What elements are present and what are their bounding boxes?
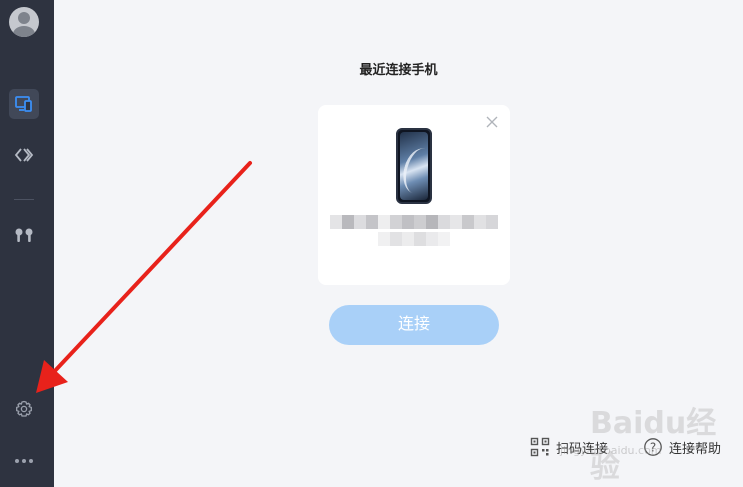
diamond-code-icon [14,148,34,162]
qr-code-icon [530,437,550,457]
sidebar-divider [14,199,34,200]
watermark-url: jingyan.baidu.com [560,444,662,457]
connect-button[interactable]: 连接 [329,305,499,345]
more-dots-icon [15,459,33,463]
close-icon[interactable] [484,114,500,130]
phone-image [396,128,432,204]
sidebar-item-devices[interactable] [9,89,39,119]
sidebar-item-earbuds[interactable] [9,221,39,251]
sidebar-item-connect[interactable] [9,140,39,170]
sidebar [0,0,54,487]
sidebar-item-settings[interactable] [9,394,39,424]
gear-icon [16,400,32,417]
watermark: Baidu经验 [590,406,717,485]
phone-monitor-icon [15,96,32,112]
device-name-blurred [330,215,498,229]
earbuds-icon [15,228,33,242]
sidebar-item-more[interactable] [9,446,39,476]
avatar[interactable] [9,7,39,37]
device-model-blurred [378,232,450,246]
page-title: 最近连接手机 [359,63,438,78]
recent-device-card[interactable] [318,105,510,285]
